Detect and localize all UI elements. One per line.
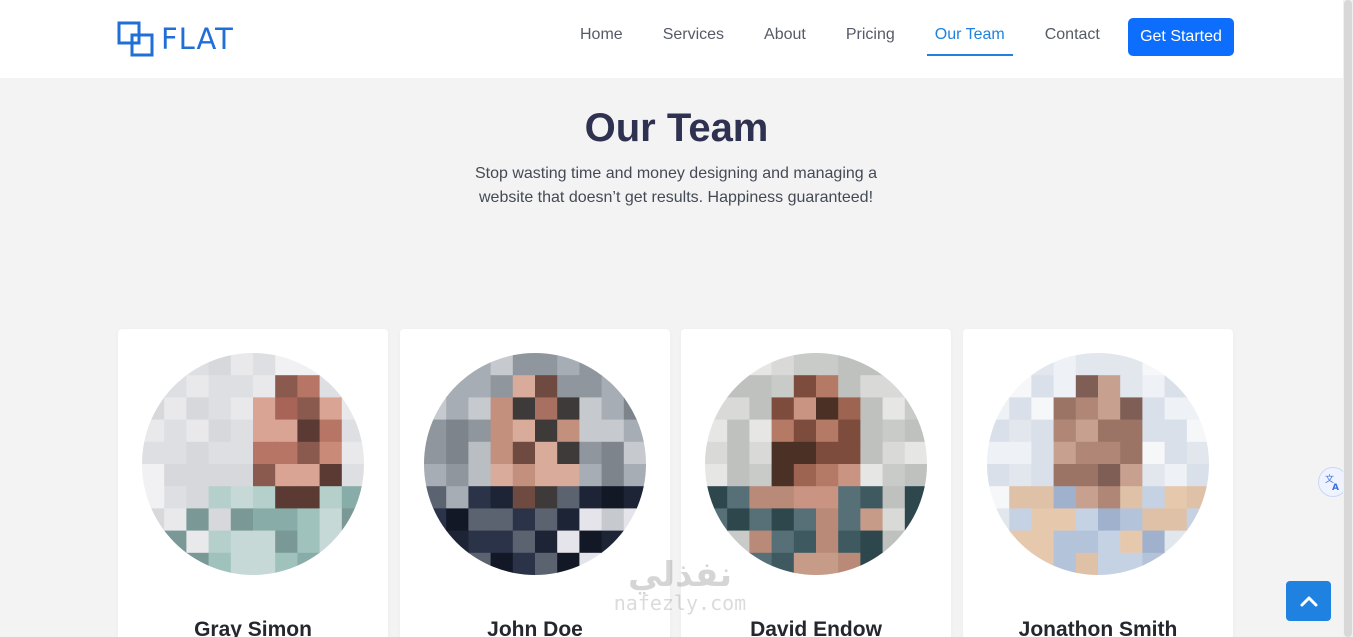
team-card[interactable]: David Endow xyxy=(681,329,951,637)
avatar xyxy=(987,353,1209,575)
portrait-image xyxy=(705,353,927,575)
team-card[interactable]: John Doe xyxy=(400,329,670,637)
avatar xyxy=(142,353,364,575)
nav-services[interactable]: Services xyxy=(663,26,724,56)
section-title: Our Team xyxy=(584,106,769,150)
page: FLAT Home Services About Pricing Our Tea… xyxy=(0,0,1353,637)
logo[interactable]: FLAT xyxy=(117,20,234,58)
scrollbar[interactable] xyxy=(1343,0,1353,637)
nav-our-team[interactable]: Our Team xyxy=(926,26,1013,56)
section-subtitle: Stop wasting time and money designing an… xyxy=(474,165,878,206)
portrait-image xyxy=(424,353,646,575)
back-to-top-button[interactable] xyxy=(1286,581,1331,621)
team-card[interactable]: Gray Simon xyxy=(118,329,388,637)
nav-pricing[interactable]: Pricing xyxy=(846,26,895,56)
member-name: Gray Simon xyxy=(194,618,312,637)
avatar xyxy=(424,353,646,575)
chevron-up-icon xyxy=(1300,596,1317,607)
nav-about[interactable]: About xyxy=(764,26,806,56)
svg-text:A: A xyxy=(1332,483,1339,491)
member-name: David Endow xyxy=(750,618,882,637)
member-name: John Doe xyxy=(487,618,583,637)
overlapping-squares-icon xyxy=(117,21,154,57)
portrait-image xyxy=(987,353,1209,575)
main-menu: Home Services About Pricing Our Team Con… xyxy=(560,26,1120,56)
nav-contact[interactable]: Contact xyxy=(1045,26,1100,56)
get-started-button[interactable]: Get Started xyxy=(1128,18,1234,56)
translate-icon: 文 A xyxy=(1325,473,1339,491)
scrollbar-thumb[interactable] xyxy=(1344,0,1352,637)
nav-home[interactable]: Home xyxy=(580,26,623,56)
team-card[interactable]: Jonathon Smith xyxy=(963,329,1233,637)
avatar xyxy=(705,353,927,575)
portrait-image xyxy=(142,353,364,575)
member-name: Jonathon Smith xyxy=(1018,618,1178,637)
navbar: FLAT Home Services About Pricing Our Tea… xyxy=(0,0,1353,78)
logo-text: FLAT xyxy=(161,22,234,56)
